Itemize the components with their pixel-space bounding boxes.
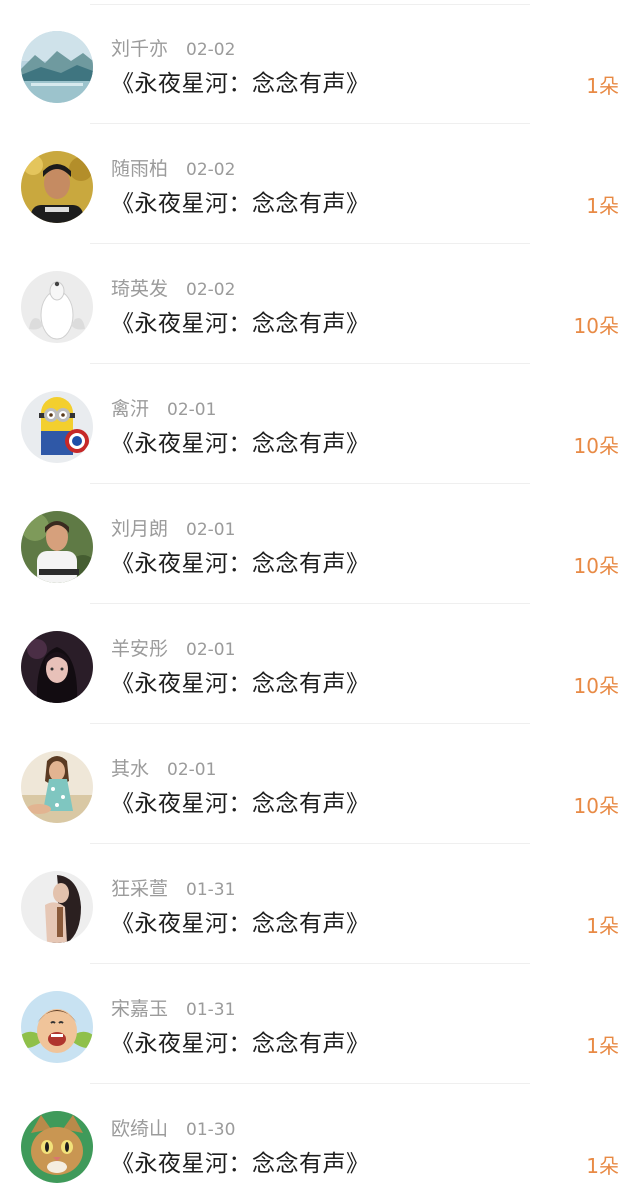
username[interactable]: 羊安彤 bbox=[111, 638, 168, 660]
woman-avatar[interactable] bbox=[21, 871, 93, 943]
gift-amount: 10朵 bbox=[573, 674, 619, 698]
gift-record-row[interactable]: 狂采萱 01-31 《永夜星河：念念有声》 1朵 bbox=[0, 844, 640, 964]
gift-amount: 1朵 bbox=[586, 914, 619, 938]
man-avatar[interactable] bbox=[21, 511, 93, 583]
book-title[interactable]: 《永夜星河：念念有声》 bbox=[111, 786, 370, 822]
gift-amount: 10朵 bbox=[573, 554, 619, 578]
gift-amount: 1朵 bbox=[586, 1034, 619, 1058]
gift-record-row[interactable]: 其水 02-01 《永夜星河：念念有声》 10朵 bbox=[0, 724, 640, 844]
child-avatar[interactable] bbox=[21, 991, 93, 1063]
record-meta: 狂采萱 01-31 bbox=[111, 876, 235, 902]
gift-record-row[interactable]: 羊安彤 02-01 《永夜星河：念念有声》 10朵 bbox=[0, 604, 640, 724]
record-date: 02-02 bbox=[186, 40, 236, 60]
record-date: 02-02 bbox=[186, 280, 236, 300]
username[interactable]: 琦英发 bbox=[111, 278, 168, 300]
book-title[interactable]: 《永夜星河：念念有声》 bbox=[111, 306, 370, 342]
username[interactable]: 禽汧 bbox=[111, 398, 149, 420]
gift-record-row[interactable]: 琦英发 02-02 《永夜星河：念念有声》 10朵 bbox=[0, 244, 640, 364]
book-title[interactable]: 《永夜星河：念念有声》 bbox=[111, 426, 370, 462]
gift-record-row[interactable]: 禽汧 02-01 《永夜星河：念念有声》 10朵 bbox=[0, 364, 640, 484]
gift-record-row[interactable]: 宋嘉玉 01-31 《永夜星河：念念有声》 1朵 bbox=[0, 964, 640, 1084]
gift-amount: 10朵 bbox=[573, 434, 619, 458]
gift-amount: 1朵 bbox=[586, 1154, 619, 1178]
record-meta: 其水 02-01 bbox=[111, 756, 216, 782]
record-meta: 随雨柏 02-02 bbox=[111, 156, 235, 182]
record-date: 01-31 bbox=[186, 880, 236, 900]
username[interactable]: 欧绮山 bbox=[111, 1118, 168, 1140]
record-date: 02-01 bbox=[167, 760, 217, 780]
minion-avatar[interactable] bbox=[21, 391, 93, 463]
cat-avatar[interactable] bbox=[21, 1111, 93, 1183]
record-meta: 刘千亦 02-02 bbox=[111, 36, 235, 62]
record-meta: 刘月朗 02-01 bbox=[111, 516, 235, 542]
gift-record-list: 刘千亦 02-02 《永夜星河：念念有声》 1朵 随雨柏 02-02 《永夜星河：念… bbox=[0, 0, 640, 1201]
record-date: 02-01 bbox=[167, 400, 217, 420]
record-date: 02-02 bbox=[186, 160, 236, 180]
username[interactable]: 狂采萱 bbox=[111, 878, 168, 900]
username[interactable]: 刘千亦 bbox=[111, 38, 168, 60]
gift-record-row[interactable]: 欧绮山 01-30 《永夜星河：念念有声》 1朵 bbox=[0, 1084, 640, 1204]
record-date: 02-01 bbox=[186, 640, 236, 660]
dog-avatar[interactable] bbox=[21, 271, 93, 343]
record-date: 01-30 bbox=[186, 1120, 236, 1140]
username[interactable]: 随雨柏 bbox=[111, 158, 168, 180]
username[interactable]: 其水 bbox=[111, 758, 149, 780]
record-date: 01-31 bbox=[186, 1000, 236, 1020]
record-date: 02-01 bbox=[186, 520, 236, 540]
gift-record-row[interactable]: 刘千亦 02-02 《永夜星河：念念有声》 1朵 bbox=[0, 4, 640, 124]
book-title[interactable]: 《永夜星河：念念有声》 bbox=[111, 186, 370, 222]
book-title[interactable]: 《永夜星河：念念有声》 bbox=[111, 666, 370, 702]
gift-amount: 10朵 bbox=[573, 794, 619, 818]
record-meta: 欧绮山 01-30 bbox=[111, 1116, 235, 1142]
gift-record-row[interactable]: 刘月朗 02-01 《永夜星河：念念有声》 10朵 bbox=[0, 484, 640, 604]
book-title[interactable]: 《永夜星河：念念有声》 bbox=[111, 66, 370, 102]
girl-avatar[interactable] bbox=[21, 631, 93, 703]
username[interactable]: 刘月朗 bbox=[111, 518, 168, 540]
gift-amount: 1朵 bbox=[586, 194, 619, 218]
book-title[interactable]: 《永夜星河：念念有声》 bbox=[111, 546, 370, 582]
record-meta: 禽汧 02-01 bbox=[111, 396, 216, 422]
landscape-avatar[interactable] bbox=[21, 31, 93, 103]
record-meta: 宋嘉玉 01-31 bbox=[111, 996, 235, 1022]
woman-avatar[interactable] bbox=[21, 751, 93, 823]
record-meta: 琦英发 02-02 bbox=[111, 276, 235, 302]
man-avatar[interactable] bbox=[21, 151, 93, 223]
record-meta: 羊安彤 02-01 bbox=[111, 636, 235, 662]
book-title[interactable]: 《永夜星河：念念有声》 bbox=[111, 1146, 370, 1182]
book-title[interactable]: 《永夜星河：念念有声》 bbox=[111, 906, 370, 942]
book-title[interactable]: 《永夜星河：念念有声》 bbox=[111, 1026, 370, 1062]
gift-record-row[interactable]: 随雨柏 02-02 《永夜星河：念念有声》 1朵 bbox=[0, 124, 640, 244]
gift-amount: 1朵 bbox=[586, 74, 619, 98]
gift-amount: 10朵 bbox=[573, 314, 619, 338]
username[interactable]: 宋嘉玉 bbox=[111, 998, 168, 1020]
